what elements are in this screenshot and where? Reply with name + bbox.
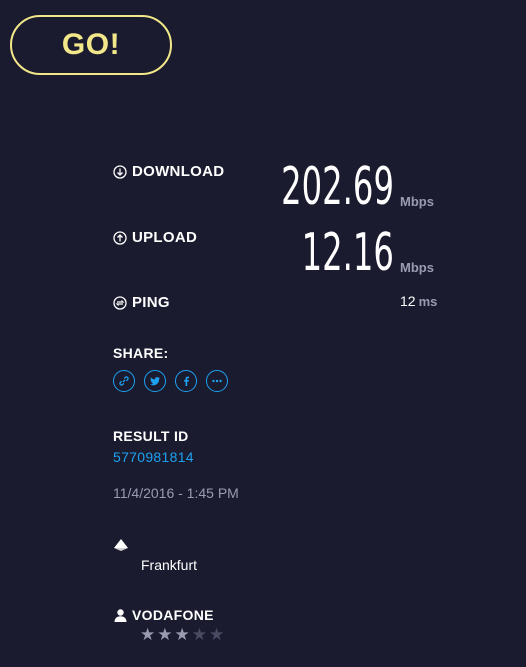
download-icon — [113, 164, 127, 179]
star-icon[interactable]: ★ — [157, 627, 172, 644]
isp-row: VODAFONE — [113, 607, 214, 623]
user-icon — [114, 608, 127, 622]
more-icon — [212, 379, 222, 383]
link-icon — [119, 376, 129, 386]
facebook-icon — [184, 376, 189, 386]
server-name: Frankfurt — [141, 557, 198, 573]
star-icon[interactable]: ★ — [140, 627, 155, 644]
ping-value-row: 12 ms — [400, 293, 437, 309]
twitter-icon — [150, 377, 160, 386]
share-buttons — [113, 370, 228, 392]
star-icon[interactable]: ★ — [192, 627, 207, 644]
isp-rating[interactable]: ★ ★ ★ ★ ★ — [140, 627, 224, 644]
upload-label-row: UPLOAD — [113, 229, 197, 246]
ping-icon — [113, 295, 127, 310]
ping-label-row: PING — [113, 294, 170, 311]
download-label: DOWNLOAD — [132, 163, 225, 180]
upload-icon — [113, 230, 127, 245]
share-twitter-button[interactable] — [144, 370, 166, 392]
star-icon[interactable]: ★ — [209, 627, 224, 644]
download-unit: Mbps — [400, 194, 434, 209]
go-button[interactable]: GO! — [10, 15, 172, 75]
result-id-link[interactable]: 5770981814 — [113, 449, 194, 465]
result-id-label: RESULT ID — [113, 428, 189, 444]
upload-label: UPLOAD — [132, 229, 198, 246]
server-icon — [114, 539, 128, 551]
share-more-button[interactable] — [206, 370, 228, 392]
upload-value: 12.16 — [301, 223, 394, 283]
star-icon[interactable]: ★ — [175, 627, 190, 644]
result-timestamp: 11/4/2016 - 1:45 PM — [113, 485, 239, 501]
ping-label: PING — [132, 294, 170, 311]
share-facebook-button[interactable] — [175, 370, 197, 392]
share-link-button[interactable] — [113, 370, 135, 392]
isp-name: VODAFONE — [132, 607, 214, 623]
speedtest-result-panel: GO! DOWNLOAD 202.69 Mbps UPLOAD 12.16 Mb… — [0, 0, 526, 667]
ping-value: 12 — [400, 293, 416, 309]
download-label-row: DOWNLOAD — [113, 163, 224, 180]
download-value: 202.69 — [281, 157, 394, 217]
ping-unit: ms — [418, 294, 438, 309]
share-label: SHARE: — [113, 345, 169, 361]
upload-unit: Mbps — [400, 260, 434, 275]
